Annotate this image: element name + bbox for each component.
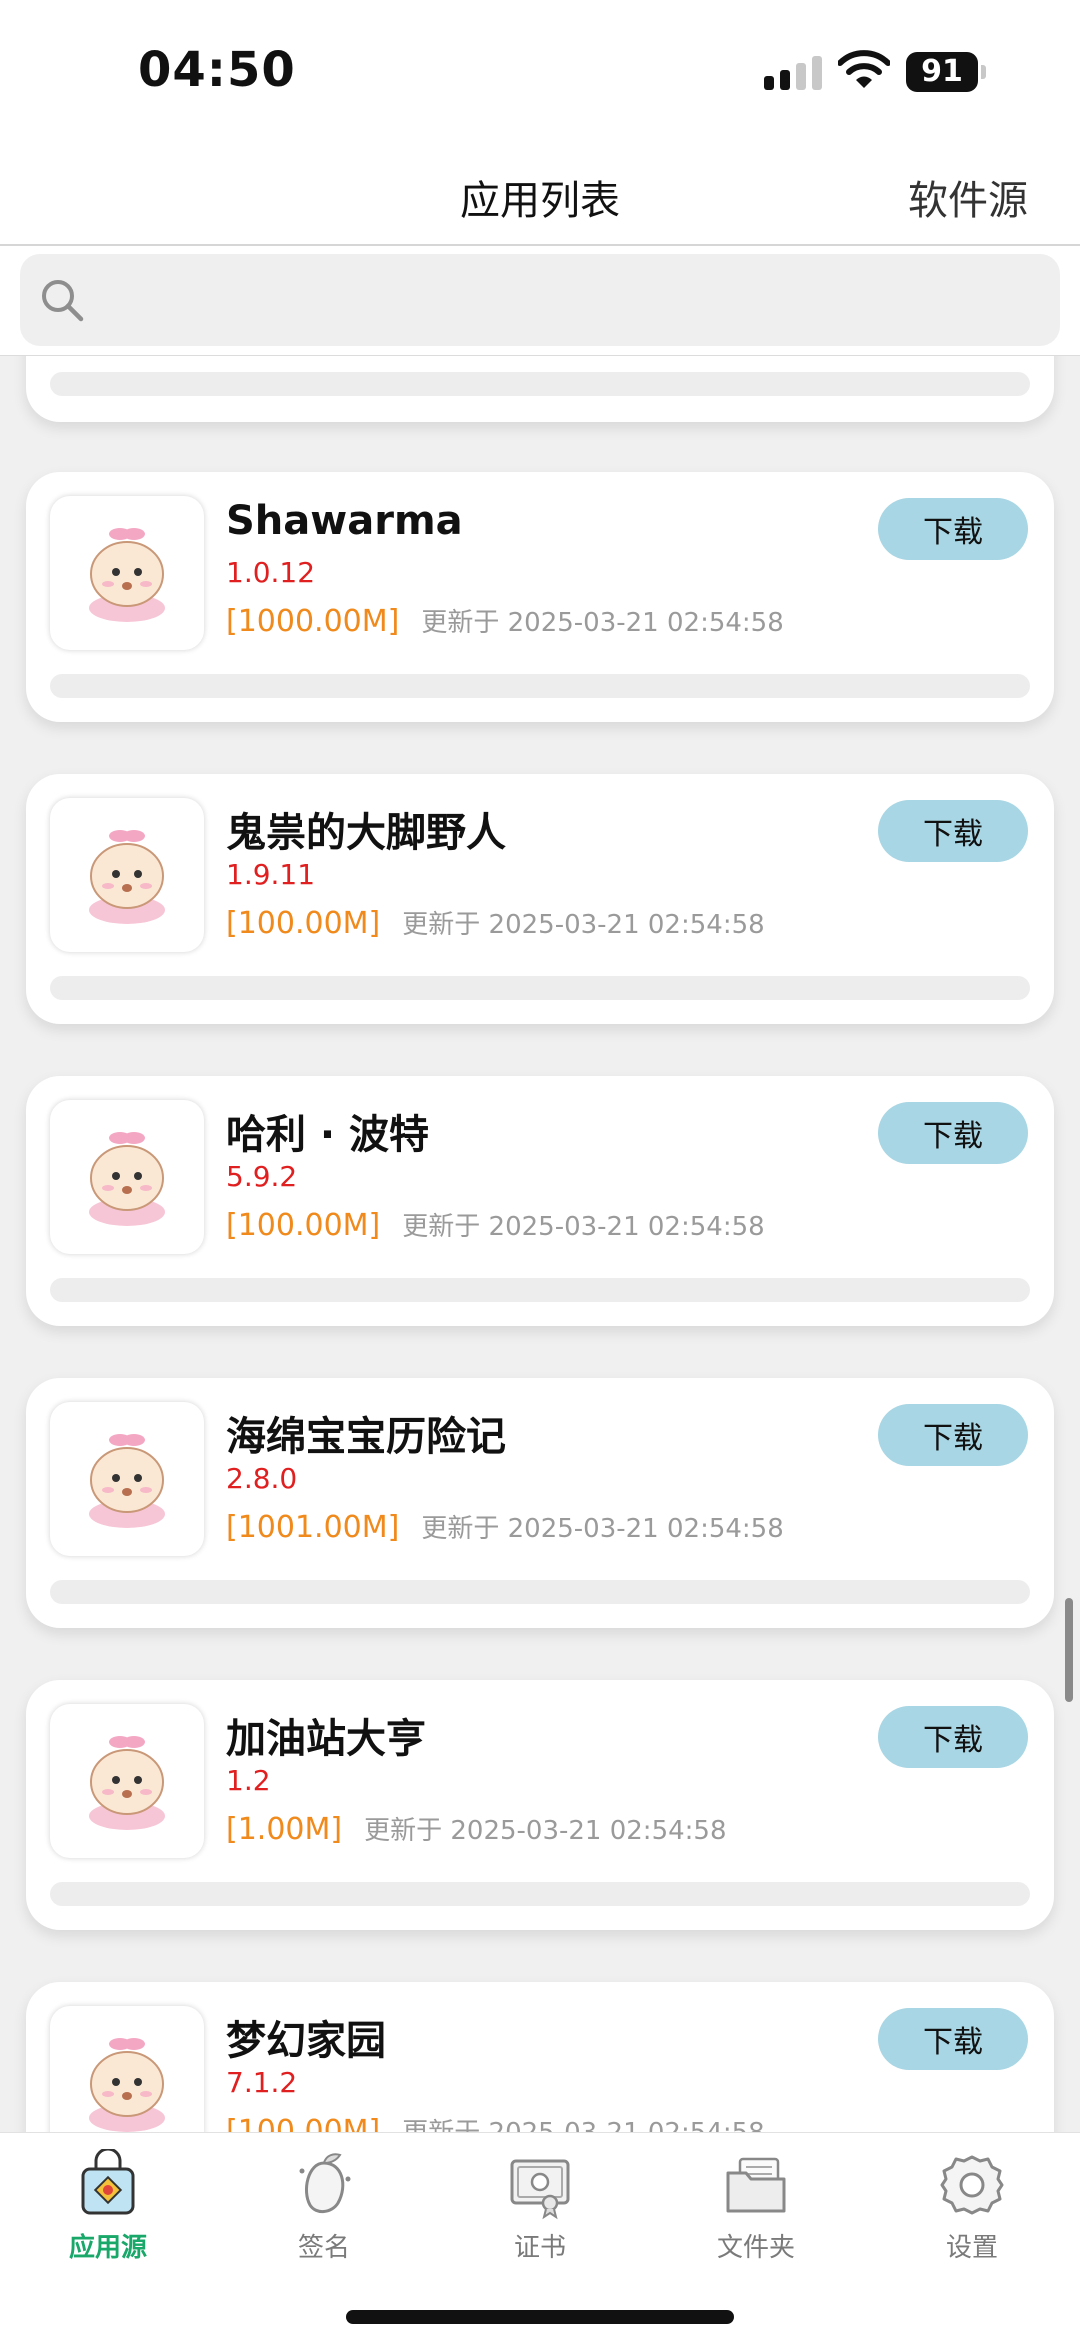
download-progress-bar: [50, 1278, 1030, 1302]
app-meta: [1.00M] 更新于 2025-03-21 02:54:58: [226, 1810, 727, 1847]
app-card: 梦幻家园 7.1.2 [100.00M] 更新于 2025-03-21 02:54…: [26, 1982, 1054, 2132]
download-progress-bar: [50, 1882, 1030, 1906]
tab-label: 设置: [945, 2233, 998, 2263]
app-name: 海绵宝宝历险记: [226, 1414, 506, 1460]
app-size: [100.00M]: [226, 1208, 381, 1243]
tab-settings[interactable]: 设置: [864, 2149, 1080, 2269]
battery-level: 91: [906, 52, 978, 92]
download-progress-bar: [50, 976, 1030, 1000]
app-updated-time: 更新于 2025-03-21 02:54:58: [402, 1212, 765, 1242]
app-icon: [50, 1100, 204, 1254]
gear-icon: [940, 2155, 1004, 2215]
app-updated-time: 更新于 2025-03-21 02:54:58: [421, 1514, 784, 1544]
app-card: 哈利 · 波特 5.9.2 [100.00M] 更新于 2025-03-21 02…: [26, 1076, 1054, 1326]
app-version: 1.2: [226, 1764, 271, 1797]
app-card: 鬼祟的大脚野人 1.9.11 [100.00M] 更新于 2025-03-21 0…: [26, 774, 1054, 1024]
app-size: [1.00M]: [226, 1812, 343, 1847]
status-bar: 04:50 91: [0, 0, 1080, 140]
app-updated-time: 更新于 2025-03-21 02:54:58: [364, 1816, 727, 1846]
app-version: 2.8.0: [226, 1462, 298, 1495]
app-version: 7.1.2: [226, 2066, 298, 2099]
app-meta: [100.00M] 更新于 2025-03-21 02:54:58: [226, 904, 765, 941]
app-name: 梦幻家园: [226, 2018, 386, 2064]
download-progress-bar: [50, 372, 1030, 396]
app-card: Shawarma 1.0.12 [1000.00M] 更新于 2025-03-21…: [26, 472, 1054, 722]
tab-folder[interactable]: 文件夹: [648, 2149, 864, 2269]
nav-bar: 应用列表 软件源: [0, 140, 1080, 246]
search-icon: [42, 280, 84, 322]
home-indicator[interactable]: [346, 2310, 734, 2324]
tab-label: 证书: [513, 2233, 566, 2263]
search-bar: [0, 246, 1080, 356]
tab-sign[interactable]: 签名: [216, 2149, 432, 2269]
folder-icon: [726, 2157, 786, 2213]
app-name: 哈利 · 波特: [226, 1112, 430, 1158]
download-button[interactable]: 下载: [878, 1706, 1028, 1768]
app-meta: [100.00M] 更新于 2025-03-21 02:54:58: [226, 2112, 765, 2132]
scroll-indicator[interactable]: [1065, 1598, 1073, 1702]
app-name: 加油站大亨: [226, 1716, 426, 1762]
app-icon: [50, 1402, 204, 1556]
battery-icon: 91: [906, 52, 986, 92]
app-card-partial: [26, 356, 1054, 422]
app-name: 鬼祟的大脚野人: [226, 810, 506, 856]
status-time: 04:50: [138, 42, 296, 98]
app-meta: [1000.00M] 更新于 2025-03-21 02:54:58: [226, 602, 784, 639]
screen: 04:50 91 应用列表 软件源 Shawarma 1.0.12 [1000.…: [0, 0, 1080, 2341]
download-button[interactable]: 下载: [878, 1102, 1028, 1164]
download-button[interactable]: 下载: [878, 498, 1028, 560]
app-icon: [50, 496, 204, 650]
download-button[interactable]: 下载: [878, 800, 1028, 862]
app-card: 海绵宝宝历险记 2.8.0 [1001.00M] 更新于 2025-03-21 0…: [26, 1378, 1054, 1628]
tab-certificate[interactable]: 证书: [432, 2149, 648, 2269]
download-button[interactable]: 下载: [878, 1404, 1028, 1466]
app-card: 加油站大亨 1.2 [1.00M] 更新于 2025-03-21 02:54:58…: [26, 1680, 1054, 1930]
cellular-signal-icon: [764, 56, 822, 90]
download-progress-bar: [50, 1580, 1030, 1604]
software-source-button[interactable]: 软件源: [908, 168, 1028, 226]
app-icon: [50, 2006, 204, 2132]
mango-icon: [299, 2153, 351, 2213]
app-size: [100.00M]: [226, 906, 381, 941]
wifi-icon: [838, 50, 890, 88]
tab-app-source[interactable]: 应用源: [0, 2149, 216, 2269]
download-button[interactable]: 下载: [878, 2008, 1028, 2070]
app-icon: [50, 1704, 204, 1858]
app-updated-time: 更新于 2025-03-21 02:54:58: [402, 2118, 764, 2132]
app-icon: [50, 798, 204, 952]
app-version: 5.9.2: [226, 1160, 298, 1193]
tab-label: 应用源: [68, 2233, 147, 2263]
app-updated-time: 更新于 2025-03-21 02:54:58: [421, 608, 784, 638]
search-input[interactable]: [20, 254, 1060, 346]
app-version: 1.0.12: [226, 556, 316, 589]
app-version: 1.9.11: [226, 858, 316, 891]
app-size: [1001.00M]: [226, 1510, 400, 1545]
app-size: [1000.00M]: [226, 604, 400, 639]
tab-label: 签名: [297, 2233, 350, 2263]
app-list[interactable]: Shawarma 1.0.12 [1000.00M] 更新于 2025-03-21…: [0, 356, 1080, 2132]
app-updated-time: 更新于 2025-03-21 02:54:58: [402, 910, 765, 940]
app-meta: [100.00M] 更新于 2025-03-21 02:54:58: [226, 1206, 765, 1243]
shopping-bag-icon: [81, 2149, 135, 2215]
app-name: Shawarma: [226, 498, 463, 544]
tab-label: 文件夹: [716, 2233, 795, 2263]
app-size: [100.00M]: [226, 2114, 381, 2132]
certificate-icon: [510, 2159, 570, 2220]
download-progress-bar: [50, 674, 1030, 698]
app-meta: [1001.00M] 更新于 2025-03-21 02:54:58: [226, 1508, 784, 1545]
